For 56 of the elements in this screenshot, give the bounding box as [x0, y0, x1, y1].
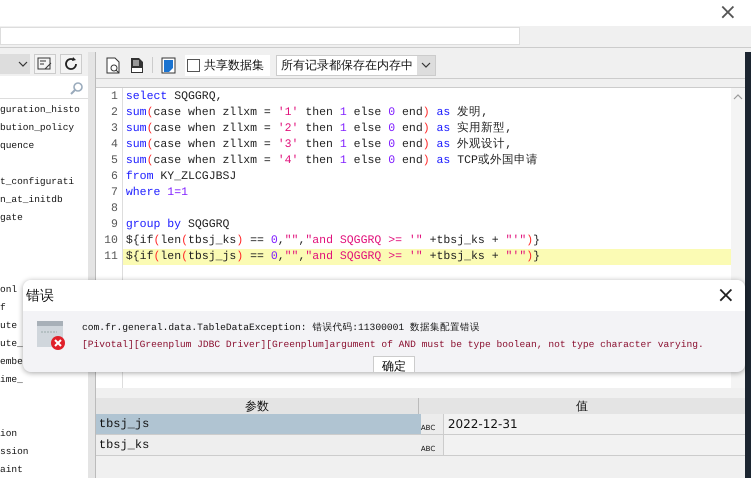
line-number: 9	[110, 217, 119, 233]
line-number: 4	[110, 137, 119, 153]
storage-dropdown[interactable]: 所有记录都保存在内存中	[276, 54, 436, 76]
table-name[interactable]: n_at_initdb	[0, 194, 63, 205]
code-line: group by SQGGRQ	[126, 218, 230, 231]
checkbox[interactable]	[186, 58, 200, 72]
search-icon	[70, 81, 84, 95]
line-number: 5	[110, 153, 119, 169]
error-icon	[35, 319, 67, 351]
line-number: 6	[110, 169, 119, 185]
code-line: ${if(len(tbsj_js) == 0,"","and SQGGRQ >= '" +tbsj_ks + "'")}	[126, 250, 540, 263]
line-number: 3	[110, 121, 119, 137]
table-name[interactable]: guration_histo	[0, 104, 80, 115]
table-name[interactable]: aint	[0, 464, 23, 475]
table-name[interactable]: ute_	[0, 338, 23, 349]
refresh-icon[interactable]	[60, 54, 82, 74]
table-name[interactable]: t_configurati	[0, 176, 74, 187]
dialog-title: 错误	[26, 286, 54, 304]
line-number: 10	[103, 233, 119, 249]
table-name[interactable]: embe	[0, 356, 23, 367]
code-line: sum(case when zllxm = '3' then 1 else 0 end) as 外观设计,	[126, 138, 512, 151]
ok-button[interactable]: 确定	[373, 356, 415, 372]
line-number: 8	[110, 201, 119, 217]
edit-connection-icon[interactable]	[34, 54, 56, 74]
table-name[interactable]: quence	[0, 140, 34, 151]
line-number: 2	[110, 105, 119, 121]
table-name[interactable]: ime_	[0, 374, 23, 385]
line-number: 1	[110, 89, 119, 105]
code-line: where 1=1	[126, 186, 188, 199]
column-header: 值	[574, 398, 589, 414]
table-name[interactable]: f	[0, 302, 6, 313]
table-name[interactable]: ion	[0, 428, 18, 439]
close-button[interactable]: ×	[706, 283, 745, 308]
caret-icon	[420, 62, 431, 68]
line-number: 7	[110, 185, 119, 201]
error-detail: [Pivotal][Greenplum JDBC Driver][Greenplum]argument of AND must be type boolean, not type character varying.	[82, 338, 704, 352]
code-line: sum(case when zllxm = '4' then 1 else 0 end) as TCP或外国申请	[126, 154, 538, 167]
line-number: 11	[103, 249, 119, 265]
code-line: ${if(len(tbsj_ks) == 0,"","and SQGGRQ >= '" +tbsj_ks + "'")}	[126, 234, 540, 247]
share-dataset-checkbox[interactable]: 共享数据集	[184, 54, 270, 76]
code-line: sum(case when zllxm = '2' then 1 else 0 end) as 实用新型,	[126, 122, 512, 135]
code-line: select SQGGRQ,	[126, 90, 223, 103]
error-message: com.fr.general.data.TableDataException: 错误代码:11300001 数据集配置错误	[82, 321, 481, 335]
table-name[interactable]: ute	[0, 320, 18, 331]
code-line: sum(case when zllxm = '1' then 1 else 0 end) as 发明,	[126, 106, 488, 119]
preview-icon[interactable]	[104, 56, 122, 74]
code-line: from KY_ZLCGJBSJ	[126, 170, 236, 183]
table-name[interactable]: ssion	[0, 446, 29, 457]
caret-icon	[18, 61, 28, 67]
scroll-up-icon[interactable]	[733, 94, 744, 100]
close-button[interactable]: ×	[718, 0, 751, 26]
table-name[interactable]: gate	[0, 212, 23, 223]
input-field[interactable]	[0, 27, 520, 45]
table-name[interactable]: bution_policy	[0, 122, 74, 133]
table-cell[interactable]: tbsj_js	[96, 414, 421, 434]
table-name[interactable]: onl	[0, 284, 18, 295]
